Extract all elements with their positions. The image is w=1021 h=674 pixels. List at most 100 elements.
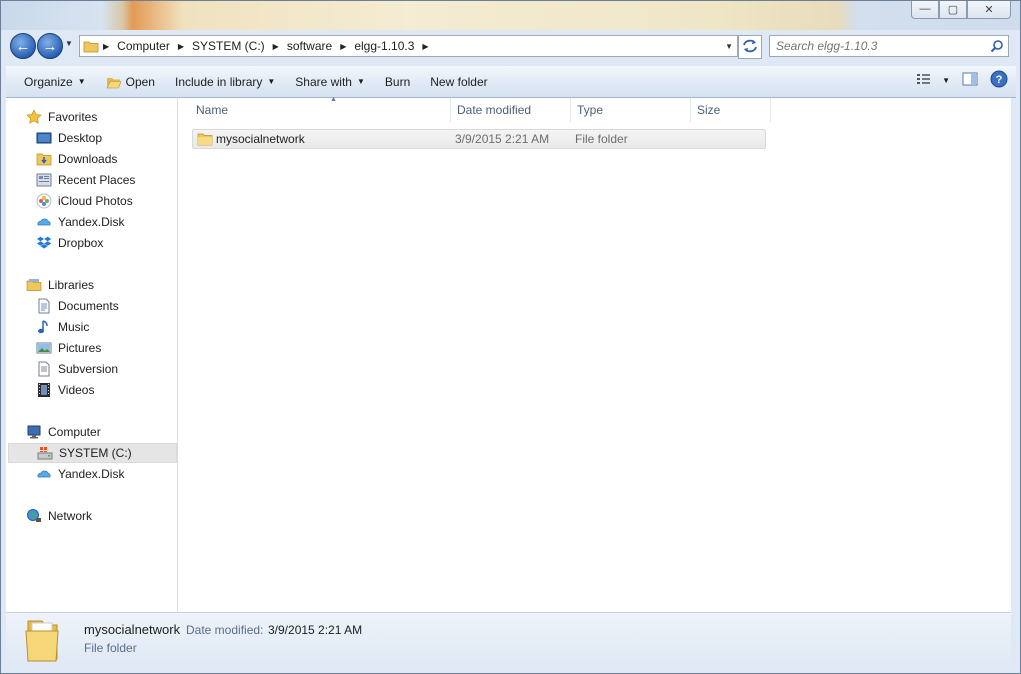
- nav-label: Recent Places: [58, 173, 136, 187]
- subversion-icon: [36, 361, 52, 377]
- column-header-date-modified[interactable]: Date modified: [451, 98, 571, 122]
- view-list-icon: [916, 72, 932, 89]
- yandex-disk-icon: [36, 466, 52, 482]
- nav-label: Dropbox: [58, 236, 104, 250]
- details-date-label: Date modified:: [186, 623, 264, 637]
- breadcrumb-separator-icon[interactable]: ▶: [269, 42, 283, 51]
- nav-label: Music: [58, 320, 90, 334]
- refresh-button[interactable]: [738, 35, 762, 59]
- nav-system-c[interactable]: SYSTEM (C:): [8, 443, 177, 463]
- column-header-type[interactable]: Type: [571, 98, 691, 122]
- nav-music[interactable]: Music: [6, 317, 177, 337]
- yandex-disk-icon: [36, 214, 52, 230]
- forward-button[interactable]: →: [37, 33, 63, 59]
- change-view-button[interactable]: ▼: [916, 72, 950, 89]
- dropbox-icon: [36, 235, 52, 251]
- preview-pane-button[interactable]: [962, 71, 978, 90]
- breadcrumb-separator-icon[interactable]: ▶: [418, 42, 432, 51]
- nav-label: Yandex.Disk: [58, 467, 125, 481]
- chevron-down-icon: ▼: [267, 77, 276, 86]
- nav-network[interactable]: Network: [6, 506, 177, 526]
- nav-desktop[interactable]: Desktop: [6, 128, 177, 148]
- nav-yandex-disk-computer[interactable]: Yandex.Disk: [6, 464, 177, 484]
- forward-arrow-icon: →: [42, 37, 58, 55]
- breadcrumb-computer[interactable]: Computer: [113, 39, 174, 53]
- toolbar-right: ▼ ?: [916, 70, 1008, 91]
- desktop-icon: [36, 130, 52, 146]
- file-date-modified: 3/9/2015 2:21 AM: [455, 132, 550, 146]
- file-name: mysocialnetwork: [216, 132, 305, 146]
- maximize-button[interactable]: ▢: [939, 0, 967, 19]
- open-label: Open: [125, 74, 155, 89]
- breadcrumb-software[interactable]: software: [283, 39, 336, 53]
- documents-icon: [36, 298, 52, 314]
- help-button[interactable]: ?: [990, 70, 1008, 91]
- nav-libraries[interactable]: Libraries: [6, 275, 177, 295]
- share-with-menu[interactable]: Share with ▼: [285, 66, 375, 97]
- nav-label: Yandex.Disk: [58, 215, 125, 229]
- nav-videos[interactable]: Videos: [6, 380, 177, 400]
- chevron-down-icon[interactable]: ▼: [942, 76, 950, 85]
- navigation-pane[interactable]: Favorites Desktop Downloads Recent Place…: [6, 98, 178, 612]
- breadcrumb-separator-icon[interactable]: ▶: [336, 42, 350, 51]
- svg-text:?: ?: [996, 74, 1003, 86]
- include-in-library-menu[interactable]: Include in library ▼: [165, 66, 285, 97]
- nav-icloud-photos[interactable]: iCloud Photos: [6, 191, 177, 211]
- organize-label: Organize: [24, 74, 73, 89]
- breadcrumb-separator-icon[interactable]: ▶: [99, 42, 113, 51]
- nav-label: Libraries: [48, 278, 95, 292]
- details-date-value: 3/9/2015 2:21 AM: [268, 623, 363, 637]
- pictures-icon: [36, 340, 52, 356]
- nav-yandex-disk[interactable]: Yandex.Disk: [6, 212, 177, 232]
- address-row: ← → ▼ ▶ Computer ▶ SYSTEM (C:) ▶ softwar…: [0, 30, 1021, 62]
- nav-label: Favorites: [48, 110, 98, 124]
- breadcrumb-elgg[interactable]: elgg-1.10.3: [350, 39, 418, 53]
- open-folder-icon: [106, 74, 122, 90]
- icloud-photos-icon: [36, 193, 52, 209]
- details-name: mysocialnetwork: [84, 622, 181, 637]
- chevron-down-icon: ▼: [356, 77, 365, 86]
- address-bar[interactable]: ▶ Computer ▶ SYSTEM (C:) ▶ software ▶ el…: [79, 35, 738, 57]
- videos-icon: [36, 382, 52, 398]
- help-icon: ?: [990, 70, 1008, 88]
- organize-menu[interactable]: Organize ▼: [6, 66, 96, 97]
- nav-documents[interactable]: Documents: [6, 296, 177, 316]
- nav-label: Computer: [48, 425, 101, 439]
- table-row[interactable]: mysocialnetwork 3/9/2015 2:21 AM File fo…: [192, 129, 766, 149]
- search-icon[interactable]: [990, 39, 1004, 53]
- nav-favorites[interactable]: Favorites: [6, 107, 177, 127]
- new-folder-button[interactable]: New folder: [420, 66, 497, 97]
- close-button[interactable]: ✕: [967, 0, 1011, 19]
- nav-pictures[interactable]: Pictures: [6, 338, 177, 358]
- nav-label: Videos: [58, 383, 95, 397]
- computer-icon: [26, 424, 42, 440]
- nav-downloads[interactable]: Downloads: [6, 149, 177, 169]
- details-pane: mysocialnetwork Date modified: 3/9/2015 …: [6, 612, 1011, 668]
- preview-pane-icon: [962, 72, 978, 86]
- breadcrumb-system-c[interactable]: SYSTEM (C:): [188, 39, 269, 53]
- column-header-size[interactable]: Size: [691, 98, 771, 122]
- back-button[interactable]: ←: [10, 33, 36, 59]
- new-folder-label: New folder: [430, 74, 488, 89]
- libraries-icon: [26, 277, 42, 293]
- nav-dropbox[interactable]: Dropbox: [6, 233, 177, 253]
- music-icon: [36, 319, 52, 335]
- search-box[interactable]: [769, 35, 1009, 57]
- address-dropdown-icon[interactable]: ▼: [725, 42, 733, 51]
- burn-button[interactable]: Burn: [375, 66, 420, 97]
- nav-subversion[interactable]: Subversion: [6, 359, 177, 379]
- open-button[interactable]: Open: [96, 66, 165, 97]
- nav-computer[interactable]: Computer: [6, 422, 177, 442]
- search-input[interactable]: [770, 38, 990, 54]
- column-header-name[interactable]: ▲ Name: [190, 96, 451, 122]
- breadcrumb-separator-icon[interactable]: ▶: [174, 42, 188, 51]
- recent-pages-dropdown[interactable]: ▼: [65, 39, 73, 48]
- file-list[interactable]: ▲ Name Date modified Type Size mysocialn…: [178, 96, 1011, 612]
- nav-label: Documents: [58, 299, 119, 313]
- minimize-button[interactable]: —: [911, 0, 939, 19]
- nav-label: Desktop: [58, 131, 103, 145]
- nav-label: iCloud Photos: [58, 194, 133, 208]
- nav-recent-places[interactable]: Recent Places: [6, 170, 177, 190]
- file-type: File folder: [575, 132, 628, 146]
- details-type: File folder: [84, 641, 137, 655]
